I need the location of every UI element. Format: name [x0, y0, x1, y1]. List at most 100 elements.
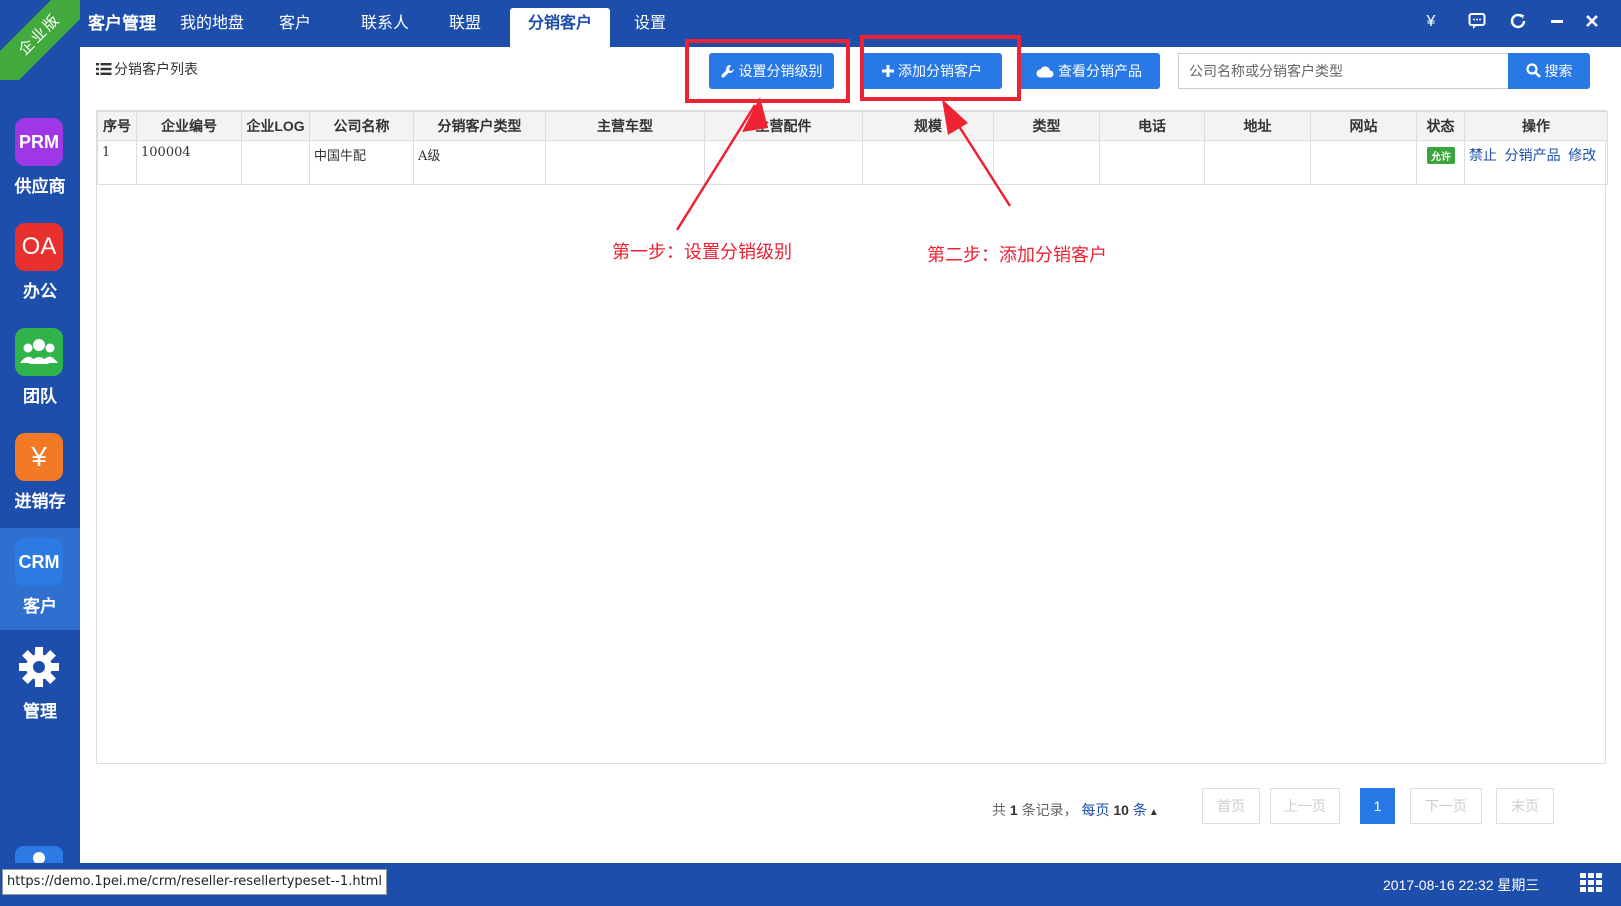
crm-icon: CRM — [15, 538, 63, 586]
column-header[interactable]: 企业LOG — [241, 111, 310, 141]
cell-website — [1310, 140, 1417, 185]
clock: 2017-08-16 22:32 星期三 — [1383, 877, 1540, 893]
app-window: 企业版 PRM 供应商 OA 办公 团队 ¥ 进销存 CRM 客户 管理 客户管… — [0, 0, 1621, 906]
pagination-suffix: 条记录， — [1021, 802, 1078, 818]
cell-main-parts — [704, 140, 863, 185]
column-header[interactable]: 企业编号 — [136, 111, 242, 141]
search-button[interactable]: 搜索 — [1508, 53, 1590, 89]
column-header[interactable]: 规模 — [862, 111, 994, 141]
column-header[interactable]: 地址 — [1204, 111, 1311, 141]
edit-link[interactable]: 修改 — [1568, 147, 1596, 163]
list-icon — [96, 62, 112, 79]
sidebar-item-prm[interactable]: PRM 供应商 — [0, 108, 80, 210]
sidebar-item-oa[interactable]: OA 办公 — [0, 213, 80, 315]
last-page-button[interactable]: 末页 — [1496, 788, 1554, 824]
chat-icon[interactable] — [1467, 12, 1487, 32]
column-header[interactable]: 主营车型 — [545, 111, 705, 141]
tab-reseller-customers[interactable]: 分销客户 — [510, 8, 610, 47]
sidebar-item-label: 客户 — [23, 597, 57, 616]
sidebar-item-team[interactable]: 团队 — [0, 318, 80, 420]
view-reseller-products-button[interactable]: 查看分销产品 — [1018, 53, 1160, 89]
cell-enterprise-code: 100004 — [136, 140, 242, 185]
edition-label: 企业版 — [0, 0, 80, 80]
tab-customer-management[interactable]: 客户管理 — [82, 8, 162, 47]
cell-status: 允许 — [1416, 140, 1465, 185]
tab-my-territory[interactable]: 我的地盘 — [172, 8, 252, 47]
next-page-button[interactable]: 下一页 — [1410, 788, 1482, 824]
reseller-products-link[interactable]: 分销产品 — [1505, 147, 1561, 163]
column-header[interactable]: 类型 — [993, 111, 1100, 141]
highlight-box-step1 — [685, 39, 850, 103]
tab-contacts[interactable]: 联系人 — [350, 8, 420, 47]
column-header[interactable]: 网站 — [1310, 111, 1417, 141]
oa-icon: OA — [15, 223, 63, 271]
cell-logo — [241, 140, 310, 185]
view-reseller-products-label: 查看分销产品 — [1058, 63, 1142, 79]
cell-phone — [1099, 140, 1205, 185]
annotation-step1: 第一步：设置分销级别 — [612, 242, 792, 262]
table-row: 1 100004 中国牛配 A级 允许 禁止 分销产品 修改 — [97, 140, 1608, 185]
search-icon — [1525, 55, 1541, 91]
page-size-selector[interactable]: 每页 10 条 ▲ — [1081, 802, 1158, 818]
cell-category — [993, 140, 1100, 185]
cell-address — [1204, 140, 1311, 185]
status-bar: https://demo.1pei.me/crm/reseller-resell… — [0, 863, 1621, 906]
cloud-icon — [1036, 55, 1054, 91]
sidebar-item-label: 办公 — [23, 282, 57, 301]
column-header[interactable]: 状态 — [1416, 111, 1465, 141]
column-header[interactable]: 序号 — [97, 111, 137, 141]
tab-alliance[interactable]: 联盟 — [440, 8, 490, 47]
column-header[interactable]: 电话 — [1099, 111, 1205, 141]
close-icon[interactable] — [1582, 12, 1602, 32]
refresh-icon[interactable] — [1508, 12, 1528, 32]
cell-operations: 禁止 分销产品 修改 — [1464, 140, 1608, 185]
search-input[interactable]: 公司名称或分销客户类型 — [1178, 53, 1508, 89]
grid-icon[interactable] — [1580, 873, 1602, 893]
cell-scale — [862, 140, 994, 185]
tab-customers[interactable]: 客户 — [270, 8, 320, 47]
list-title-text: 分销客户列表 — [114, 61, 198, 77]
column-header[interactable]: 分销客户类型 — [413, 111, 546, 141]
sidebar-item-label: 团队 — [23, 387, 57, 406]
table-header-row: 序号 企业编号 企业LOG 公司名称 分销客户类型 主营车型 主营配件 规模 类… — [97, 111, 1608, 141]
prev-page-button[interactable]: 上一页 — [1270, 788, 1340, 824]
sidebar-item-inventory[interactable]: ¥ 进销存 — [0, 423, 80, 525]
currency-icon[interactable]: ¥ — [1421, 12, 1441, 32]
caret-up-icon: ▲ — [1148, 807, 1159, 818]
cell-company-name: 中国牛配 — [309, 140, 414, 185]
disable-link[interactable]: 禁止 — [1469, 147, 1497, 163]
cell-index: 1 — [97, 140, 137, 185]
highlight-box-step2 — [860, 35, 1021, 101]
list-title: 分销客户列表 — [96, 59, 198, 79]
minimize-icon[interactable] — [1547, 12, 1567, 32]
cell-main-vehicle — [545, 140, 705, 185]
link-url-tooltip: https://demo.1pei.me/crm/reseller-resell… — [2, 869, 387, 895]
sidebar: 企业版 PRM 供应商 OA 办公 团队 ¥ 进销存 CRM 客户 管理 — [0, 0, 80, 906]
sidebar-item-crm[interactable]: CRM 客户 — [0, 528, 80, 630]
cell-reseller-type: A级 — [413, 140, 546, 185]
top-nav: 客户管理 我的地盘 客户 联系人 联盟 分销客户 设置 ¥ — [80, 0, 1621, 47]
column-header[interactable]: 主营配件 — [704, 111, 863, 141]
prm-icon: PRM — [15, 118, 63, 166]
search-button-label: 搜索 — [1544, 63, 1573, 79]
sidebar-item-label: 供应商 — [14, 177, 66, 196]
status-badge: 允许 — [1427, 147, 1455, 164]
tab-settings[interactable]: 设置 — [625, 8, 675, 47]
main-content: 分销客户列表 设置分销级别 添加分销客户 查看分销产品 公司名称或分销客户类型 … — [80, 35, 1621, 863]
pagination-total: 1 — [1009, 802, 1018, 818]
sidebar-item-admin[interactable]: 管理 — [0, 633, 80, 735]
column-header[interactable]: 操作 — [1464, 111, 1608, 141]
gear-icon — [15, 643, 63, 691]
pagination-prefix: 共 — [992, 802, 1006, 818]
team-icon — [15, 328, 63, 376]
column-header[interactable]: 公司名称 — [309, 111, 414, 141]
edition-ribbon: 企业版 — [0, 0, 80, 80]
current-page-button[interactable]: 1 — [1360, 788, 1395, 824]
first-page-button[interactable]: 首页 — [1202, 788, 1260, 824]
sidebar-item-label: 管理 — [23, 702, 57, 721]
pagination-info: 共 1 条记录， 每页 10 条 ▲ — [992, 800, 1159, 820]
user-avatar-icon[interactable] — [15, 846, 63, 863]
reseller-table: 序号 企业编号 企业LOG 公司名称 分销客户类型 主营车型 主营配件 规模 类… — [96, 110, 1608, 764]
sidebar-item-label: 进销存 — [14, 492, 66, 511]
yen-icon: ¥ — [15, 433, 63, 481]
